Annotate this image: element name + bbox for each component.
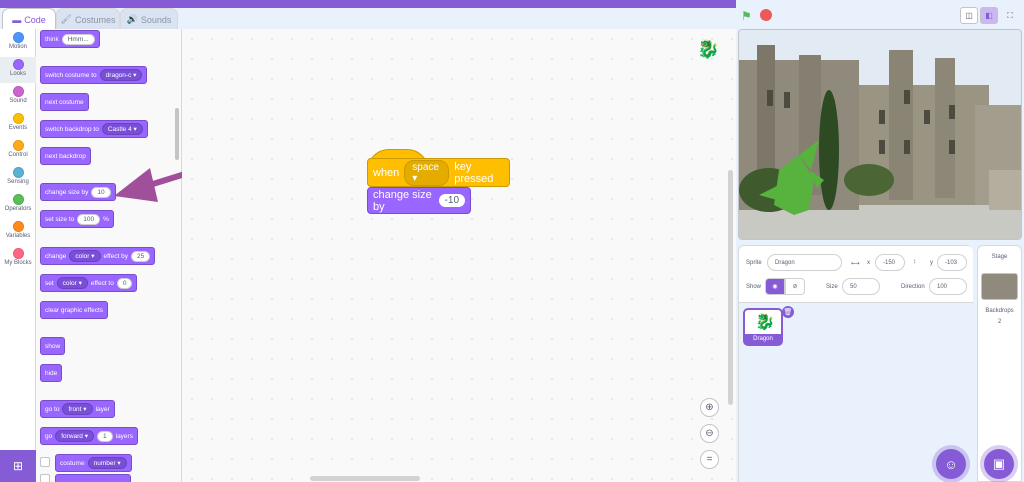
- when-key-pressed-block[interactable]: when space ▾ key pressed: [367, 149, 510, 187]
- fullscreen-icon: ⛶: [1007, 10, 1013, 20]
- script-horizontal-scrollbar[interactable]: [310, 476, 420, 481]
- hide-sprite-button[interactable]: ⊘: [785, 278, 805, 295]
- direction-input[interactable]: 100: [929, 278, 967, 295]
- large-stage-icon: ◧: [985, 11, 993, 20]
- stop-button[interactable]: [760, 9, 772, 21]
- green-flag-button[interactable]: ⚑: [741, 9, 752, 23]
- hat-body: when space ▾ key pressed: [367, 158, 510, 187]
- image-plus-icon: ▣: [992, 456, 1006, 471]
- change-size-block[interactable]: change size by -10: [367, 187, 471, 214]
- script-vertical-scrollbar[interactable]: [728, 170, 733, 405]
- small-stage-icon: ◫: [965, 11, 973, 20]
- sprite-watermark-icon: 🐉: [697, 39, 720, 59]
- sprite-tile-dragon[interactable]: 🐉 Dragon 🗑: [743, 306, 794, 346]
- script-area[interactable]: [182, 29, 736, 482]
- y-arrows-icon: ↕: [913, 259, 916, 265]
- castle-backdrop: [739, 30, 1021, 239]
- scratch-editor: ▬ Code 🖌 Costumes 🔊 Sounds Motion Looks Sou…: [0, 0, 1024, 482]
- show-sprite-button[interactable]: ◉: [765, 278, 785, 295]
- zoom-out-button[interactable]: ⊖: [700, 424, 719, 443]
- zoom-in-icon: ⊕: [705, 402, 714, 413]
- fullscreen-button[interactable]: ⛶: [1001, 7, 1019, 24]
- eye-slash-icon: ⊘: [792, 284, 798, 290]
- zoom-in-button[interactable]: ⊕: [700, 398, 719, 417]
- small-stage-button[interactable]: ◫: [960, 7, 978, 24]
- choose-sprite-button[interactable]: ☺: [936, 449, 966, 479]
- large-stage-button[interactable]: ◧: [980, 7, 998, 24]
- eye-icon: ◉: [772, 284, 778, 290]
- backdrop-thumbnail: [981, 273, 1018, 300]
- size-input[interactable]: 50: [842, 278, 880, 295]
- x-arrows-icon: ⟷: [851, 261, 860, 267]
- key-dropdown[interactable]: space ▾: [404, 159, 450, 186]
- stage-canvas[interactable]: [738, 29, 1022, 240]
- delete-sprite-button[interactable]: 🗑: [782, 306, 794, 318]
- green-flag-icon: ⚑: [741, 9, 752, 23]
- zoom-reset-button[interactable]: =: [700, 450, 719, 469]
- stage-selector[interactable]: Stage Backdrops 2: [977, 245, 1022, 482]
- zoom-out-icon: ⊖: [705, 428, 714, 439]
- choose-backdrop-button[interactable]: ▣: [984, 449, 1014, 479]
- y-position-input[interactable]: -103: [937, 254, 967, 271]
- cat-plus-icon: ☺: [944, 456, 958, 472]
- sprite-name-input[interactable]: Dragon: [767, 254, 842, 271]
- zoom-reset-icon: =: [706, 454, 713, 465]
- sprite-panel: Sprite Dragon ⟷ x -150 ↕ y -103 Show ◉ ⊘…: [738, 245, 973, 482]
- x-position-input[interactable]: -150: [875, 254, 905, 271]
- change-size-value-input[interactable]: -10: [438, 194, 465, 207]
- trash-icon: 🗑: [783, 309, 793, 316]
- dragon-thumbnail-icon: 🐉: [755, 314, 775, 331]
- sprite-info: Sprite Dragon ⟷ x -150 ↕ y -103 Show ◉ ⊘…: [739, 246, 973, 303]
